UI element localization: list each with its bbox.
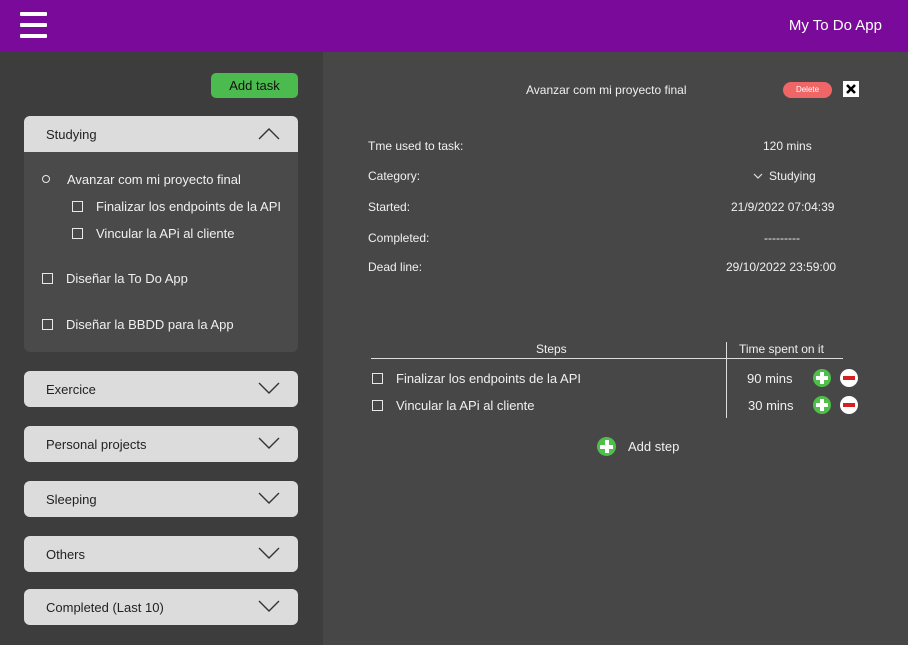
field-time-used-label: Tme used to task: [368, 139, 464, 153]
category-studying[interactable]: Studying [24, 116, 298, 152]
add-step-plus-icon[interactable] [597, 437, 616, 456]
task-detail-panel: Avanzar com mi proyecto final Delete Tme… [323, 52, 908, 645]
task-label: Vincular la APi al cliente [96, 226, 235, 241]
app-title: My To Do App [788, 17, 882, 34]
radio-circle-icon[interactable] [42, 175, 50, 183]
add-time-plus-icon[interactable] [813, 369, 831, 387]
field-completed-value: --------- [764, 231, 800, 245]
sidebar: Add task Studying Avanzar com mi proyect… [0, 52, 323, 645]
add-step-label: Add step [628, 439, 680, 454]
chevron-down-icon [258, 382, 280, 394]
chevron-up-icon [258, 128, 280, 140]
step-checkbox[interactable] [372, 373, 383, 384]
table-header-divider [371, 358, 843, 359]
category-label: Others [46, 547, 86, 562]
field-category-label: Category: [368, 169, 421, 183]
field-completed-label: Completed: [368, 231, 430, 245]
task-checkbox[interactable] [72, 201, 83, 212]
task-label: Avanzar com mi proyecto final [67, 172, 241, 187]
task-checkbox[interactable] [42, 273, 53, 284]
remove-time-minus-icon[interactable] [840, 396, 858, 414]
category-label: Personal projects [46, 437, 147, 452]
task-title: Avanzar com mi proyecto final [526, 83, 687, 97]
category-label: Completed (Last 10) [46, 600, 164, 615]
category-label: Sleeping [46, 492, 97, 507]
table-column-divider [726, 342, 727, 418]
category-label: Exercice [46, 382, 96, 397]
task-label: Finalizar los endpoints de la API [96, 199, 281, 214]
chevron-down-icon [258, 437, 280, 449]
category-select-value: Studying [769, 169, 816, 183]
step-label: Finalizar los endpoints de la API [396, 371, 581, 386]
step-checkbox[interactable] [372, 400, 383, 411]
category-others[interactable]: Others [24, 536, 298, 572]
field-deadline-value: 29/10/2022 23:59:00 [726, 260, 837, 274]
category-label: Studying [46, 127, 97, 142]
field-time-used-value: 120 mins [763, 139, 812, 153]
add-task-button[interactable]: Add task [211, 73, 298, 98]
chevron-down-icon [753, 173, 763, 180]
steps-column-header: Steps [536, 342, 567, 356]
top-bar: My To Do App [0, 0, 908, 52]
category-exercice[interactable]: Exercice [24, 371, 298, 407]
add-time-plus-icon[interactable] [813, 396, 831, 414]
studying-task-list: Avanzar com mi proyecto final Finalizar … [24, 152, 298, 352]
task-checkbox[interactable] [42, 319, 53, 330]
field-started-label: Started: [368, 200, 411, 214]
close-icon[interactable] [843, 81, 859, 97]
delete-button[interactable]: Delete [783, 82, 832, 98]
hamburger-menu-icon[interactable] [20, 12, 47, 38]
category-completed[interactable]: Completed (Last 10) [24, 589, 298, 625]
remove-time-minus-icon[interactable] [840, 369, 858, 387]
time-column-header: Time spent on it [739, 342, 824, 356]
category-sleeping[interactable]: Sleeping [24, 481, 298, 517]
task-checkbox[interactable] [72, 228, 83, 239]
category-personal-projects[interactable]: Personal projects [24, 426, 298, 462]
task-label: Diseñar la BBDD para la App [66, 317, 234, 332]
chevron-down-icon [258, 547, 280, 559]
step-label: Vincular la APi al cliente [396, 398, 535, 413]
field-deadline-label: Dead line: [368, 260, 423, 274]
step-time: 90 mins [747, 371, 793, 386]
chevron-down-icon [258, 492, 280, 504]
field-started-value: 21/9/2022 07:04:39 [731, 200, 835, 214]
task-label: Diseñar la To Do App [66, 271, 188, 286]
step-time: 30 mins [748, 398, 794, 413]
chevron-down-icon [258, 600, 280, 612]
category-select[interactable]: Studying [753, 169, 816, 183]
